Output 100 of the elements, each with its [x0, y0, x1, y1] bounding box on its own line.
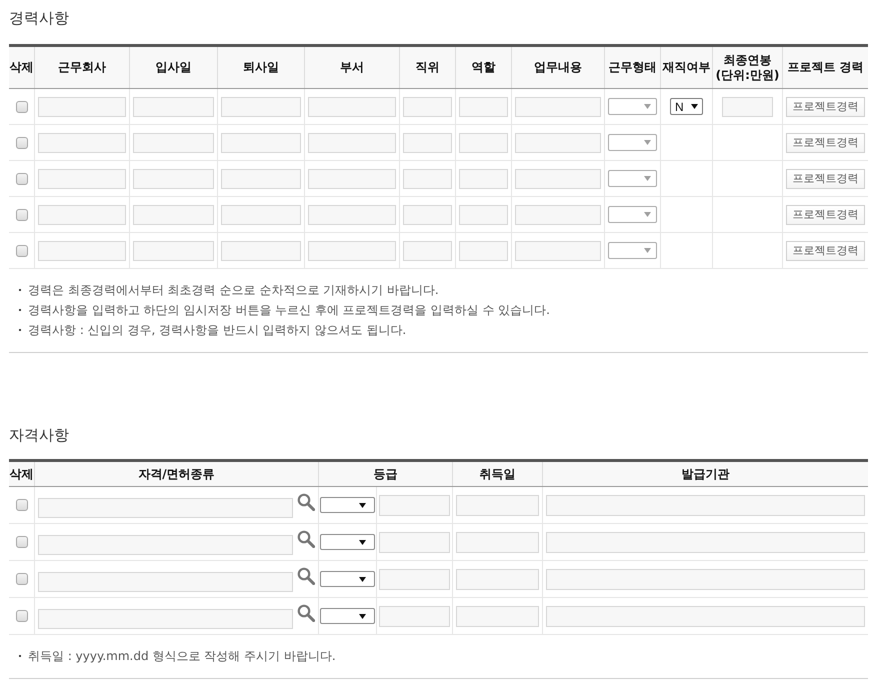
input-field[interactable]: [379, 568, 450, 590]
input-field[interactable]: [38, 96, 126, 116]
input-field[interactable]: [133, 240, 214, 260]
caret-icon: [359, 614, 366, 618]
input-field[interactable]: [546, 606, 865, 626]
input-field[interactable]: [546, 568, 865, 590]
column-header: 삭제: [9, 462, 35, 486]
project-career-button[interactable]: 프로젝트경력: [786, 96, 865, 116]
input-field[interactable]: [403, 132, 452, 152]
project-career-button[interactable]: 프로젝트경력: [786, 204, 865, 224]
checkbox[interactable]: [16, 136, 28, 148]
input-field[interactable]: [459, 96, 508, 116]
input-field[interactable]: [221, 132, 301, 152]
column-header: 직위: [400, 47, 456, 88]
dropdown[interactable]: [320, 534, 375, 550]
input-field[interactable]: [221, 96, 301, 116]
checkbox[interactable]: [16, 536, 28, 548]
input-field[interactable]: [379, 606, 450, 626]
caret-icon: [691, 104, 698, 109]
checkbox[interactable]: [16, 172, 28, 184]
search-icon[interactable]: [297, 567, 315, 585]
input-field[interactable]: [308, 132, 396, 152]
checkbox[interactable]: [16, 573, 28, 585]
checkbox[interactable]: [16, 610, 28, 622]
input-field[interactable]: [38, 132, 126, 152]
checkbox[interactable]: [16, 208, 28, 220]
input-field[interactable]: [515, 168, 601, 188]
input-field[interactable]: [546, 494, 865, 516]
input-field[interactable]: [456, 494, 539, 516]
input-field[interactable]: [38, 240, 126, 260]
input-field[interactable]: [515, 132, 601, 152]
checkbox[interactable]: [16, 100, 28, 112]
dropdown[interactable]: [608, 170, 657, 187]
input-field[interactable]: [308, 168, 396, 188]
search-icon[interactable]: [297, 604, 315, 622]
input-field[interactable]: [308, 204, 396, 224]
column-header: 근무회사: [35, 47, 130, 88]
section-title: 자격사항: [9, 425, 70, 445]
input-field[interactable]: [546, 532, 865, 552]
input-field[interactable]: [722, 96, 773, 116]
input-field[interactable]: [221, 168, 301, 188]
column-header: 프로젝트 경력: [786, 59, 865, 76]
input-field[interactable]: [515, 240, 601, 260]
input-field[interactable]: [459, 204, 508, 224]
checkbox[interactable]: [16, 499, 28, 511]
search-icon[interactable]: [297, 493, 315, 511]
column-header: 최종연봉 (단위:만원): [713, 47, 783, 88]
input-field[interactable]: [133, 132, 214, 152]
dropdown[interactable]: [608, 206, 657, 223]
project-career-button[interactable]: 프로젝트경력: [786, 240, 865, 260]
dropdown[interactable]: [608, 242, 657, 259]
caret-icon: [359, 540, 366, 544]
input-field[interactable]: [459, 240, 508, 260]
dropdown[interactable]: [320, 608, 375, 624]
dropdown[interactable]: [320, 497, 375, 513]
project-career-button[interactable]: 프로젝트경력: [786, 132, 865, 152]
column-header: 발급기관: [680, 466, 730, 482]
input-field[interactable]: [515, 96, 601, 116]
input-field[interactable]: [379, 494, 450, 516]
input-field[interactable]: [459, 132, 508, 152]
section-title: 경력사항: [9, 8, 70, 28]
note-text: 경력은 최종경력에서부터 최초경력 순으로 순차적으로 기재하시기 바랍니다.: [28, 282, 439, 298]
input-field[interactable]: [403, 204, 452, 224]
caret-icon: [359, 502, 366, 508]
input-field[interactable]: [133, 96, 214, 116]
dropdown[interactable]: [320, 571, 375, 587]
column-header: 삭제: [9, 47, 35, 88]
input-field[interactable]: [133, 168, 214, 188]
input-field[interactable]: [38, 608, 293, 628]
input-field[interactable]: [403, 240, 452, 260]
input-field[interactable]: [38, 572, 293, 592]
input-field[interactable]: [403, 96, 452, 116]
input-field[interactable]: [459, 168, 508, 188]
input-field[interactable]: [308, 240, 396, 260]
input-field[interactable]: [38, 534, 293, 554]
input-field[interactable]: [38, 204, 126, 224]
dropdown[interactable]: N: [670, 98, 703, 115]
input-field[interactable]: [379, 532, 450, 552]
input-field[interactable]: [133, 204, 214, 224]
input-field[interactable]: [221, 204, 301, 224]
note-text: 경력사항을 입력하고 하단의 임시저장 버튼을 누르신 후에 프로젝트경력을 입력하실 수 있습니다.: [28, 302, 550, 318]
checkbox[interactable]: [16, 244, 28, 256]
column-header: 입사일: [130, 47, 218, 88]
note-text: 취득일 : yyyy.mm.dd 형식으로 작성해 주시기 바랍니다.: [28, 648, 336, 664]
input-field[interactable]: [221, 240, 301, 260]
caret-icon: [644, 140, 651, 145]
input-field[interactable]: [308, 96, 396, 116]
caret-icon: [644, 104, 651, 109]
input-field[interactable]: [515, 204, 601, 224]
input-field[interactable]: [456, 532, 539, 552]
input-field[interactable]: [456, 606, 539, 626]
dropdown[interactable]: [608, 134, 657, 151]
project-career-button[interactable]: 프로젝트경력: [786, 168, 865, 188]
dropdown[interactable]: [608, 98, 657, 115]
column-header: 퇴사일: [218, 47, 305, 88]
input-field[interactable]: [403, 168, 452, 188]
search-icon[interactable]: [297, 530, 315, 548]
input-field[interactable]: [38, 498, 293, 518]
input-field[interactable]: [38, 168, 126, 188]
input-field[interactable]: [456, 568, 539, 590]
